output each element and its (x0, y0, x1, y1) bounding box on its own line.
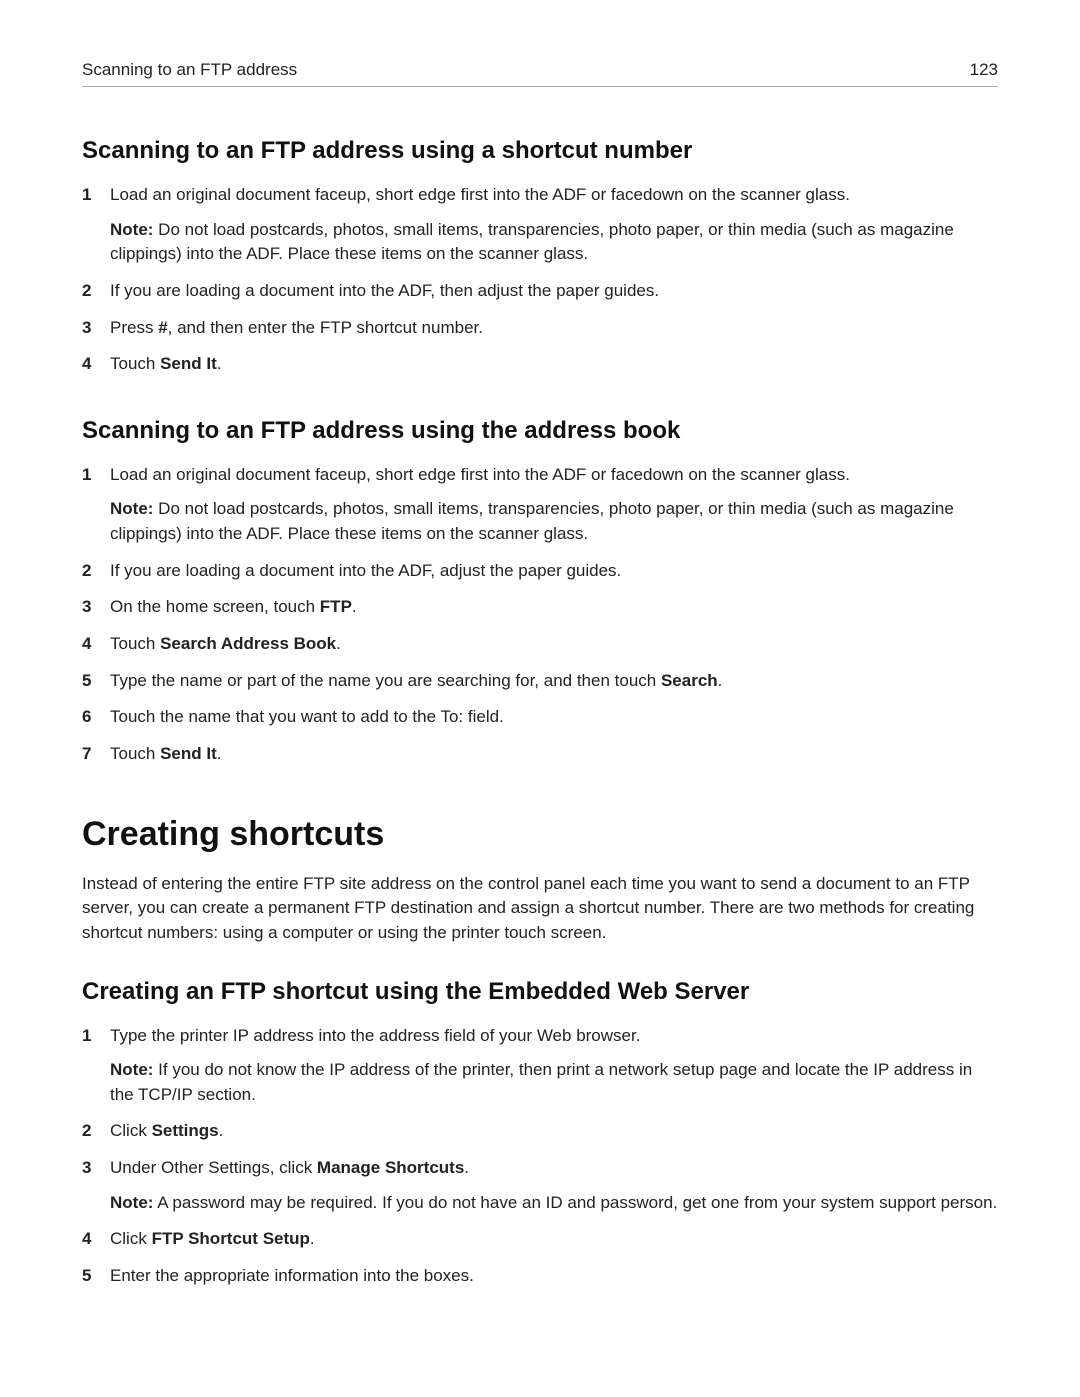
step-text-a: Click (110, 1121, 152, 1140)
section4-steps: Type the printer IP address into the add… (82, 1024, 998, 1289)
section4-step2: Click Settings. (82, 1119, 998, 1144)
step-text: Type the printer IP address into the add… (110, 1026, 640, 1045)
step-text-a: Touch (110, 634, 160, 653)
section2-step5: Type the name or part of the name you ar… (82, 669, 998, 694)
ftp-shortcut-setup-label: FTP Shortcut Setup (152, 1229, 310, 1248)
search-address-book-label: Search Address Book (160, 634, 336, 653)
manage-shortcuts-label: Manage Shortcuts (317, 1158, 464, 1177)
section2-step4: Touch Search Address Book. (82, 632, 998, 657)
step-text: If you are loading a document into the A… (110, 561, 621, 580)
section4-step1-note: Note: If you do not know the IP address … (110, 1058, 998, 1107)
document-page: Scanning to an FTP address 123 Scanning … (0, 0, 1080, 1397)
creating-shortcuts-intro: Instead of entering the entire FTP site … (82, 872, 998, 946)
step-text-c: . (217, 744, 222, 763)
section1-title: Scanning to an FTP address using a short… (82, 137, 998, 165)
note-text: A password may be required. If you do no… (153, 1193, 997, 1212)
step-text-a: Press (110, 318, 158, 337)
section1-step1: Load an original document faceup, short … (82, 183, 998, 267)
section1-step1-note: Note: Do not load postcards, photos, sma… (110, 218, 998, 267)
ftp-label: FTP (320, 597, 352, 616)
section2-step1-note: Note: Do not load postcards, photos, sma… (110, 497, 998, 546)
section1-step4: Touch Send It. (82, 352, 998, 377)
step-text-c: . (718, 671, 723, 690)
section4-step3: Under Other Settings, click Manage Short… (82, 1156, 998, 1215)
section4-step4: Click FTP Shortcut Setup. (82, 1227, 998, 1252)
hash-key: # (158, 318, 167, 337)
step-text-a: Touch (110, 354, 160, 373)
page-header: Scanning to an FTP address 123 (82, 60, 998, 87)
step-text-c: . (464, 1158, 469, 1177)
step-text: Load an original document faceup, short … (110, 465, 850, 484)
step-text-a: Type the name or part of the name you ar… (110, 671, 661, 690)
step-text: Load an original document faceup, short … (110, 185, 850, 204)
section4-step5: Enter the appropriate information into t… (82, 1264, 998, 1289)
note-label: Note: (110, 1193, 153, 1212)
note-label: Note: (110, 1060, 153, 1079)
section1-step2: If you are loading a document into the A… (82, 279, 998, 304)
step-text: Touch the name that you want to add to t… (110, 707, 504, 726)
step-text-c: . (310, 1229, 315, 1248)
note-text: If you do not know the IP address of the… (110, 1060, 972, 1104)
settings-label: Settings (152, 1121, 219, 1140)
send-it-label: Send It (160, 354, 217, 373)
step-text-a: Click (110, 1229, 152, 1248)
section4-step1: Type the printer IP address into the add… (82, 1024, 998, 1108)
creating-shortcuts-title: Creating shortcuts (82, 815, 998, 854)
note-label: Note: (110, 220, 153, 239)
section4-step3-note: Note: A password may be required. If you… (110, 1191, 998, 1216)
section2-step3: On the home screen, touch FTP. (82, 595, 998, 620)
step-text-c: . (336, 634, 341, 653)
search-label: Search (661, 671, 718, 690)
step-text-c: , and then enter the FTP shortcut number… (168, 318, 483, 337)
section2-title: Scanning to an FTP address using the add… (82, 417, 998, 445)
section2-steps: Load an original document faceup, short … (82, 463, 998, 767)
section2-step2: If you are loading a document into the A… (82, 559, 998, 584)
send-it-label: Send It (160, 744, 217, 763)
section4-title: Creating an FTP shortcut using the Embed… (82, 978, 998, 1006)
note-text: Do not load postcards, photos, small ite… (110, 499, 954, 543)
section2-step1: Load an original document faceup, short … (82, 463, 998, 547)
note-text: Do not load postcards, photos, small ite… (110, 220, 954, 264)
section1-steps: Load an original document faceup, short … (82, 183, 998, 377)
page-number: 123 (970, 60, 998, 80)
section1-step3: Press #, and then enter the FTP shortcut… (82, 316, 998, 341)
step-text-a: On the home screen, touch (110, 597, 320, 616)
section2-step7: Touch Send It. (82, 742, 998, 767)
step-text-a: Touch (110, 744, 160, 763)
section2-step6: Touch the name that you want to add to t… (82, 705, 998, 730)
step-text: If you are loading a document into the A… (110, 281, 659, 300)
step-text-c: . (217, 354, 222, 373)
step-text-c: . (352, 597, 357, 616)
step-text-c: . (219, 1121, 224, 1140)
step-text: Enter the appropriate information into t… (110, 1266, 474, 1285)
note-label: Note: (110, 499, 153, 518)
header-title: Scanning to an FTP address (82, 60, 297, 80)
step-text-a: Under Other Settings, click (110, 1158, 317, 1177)
